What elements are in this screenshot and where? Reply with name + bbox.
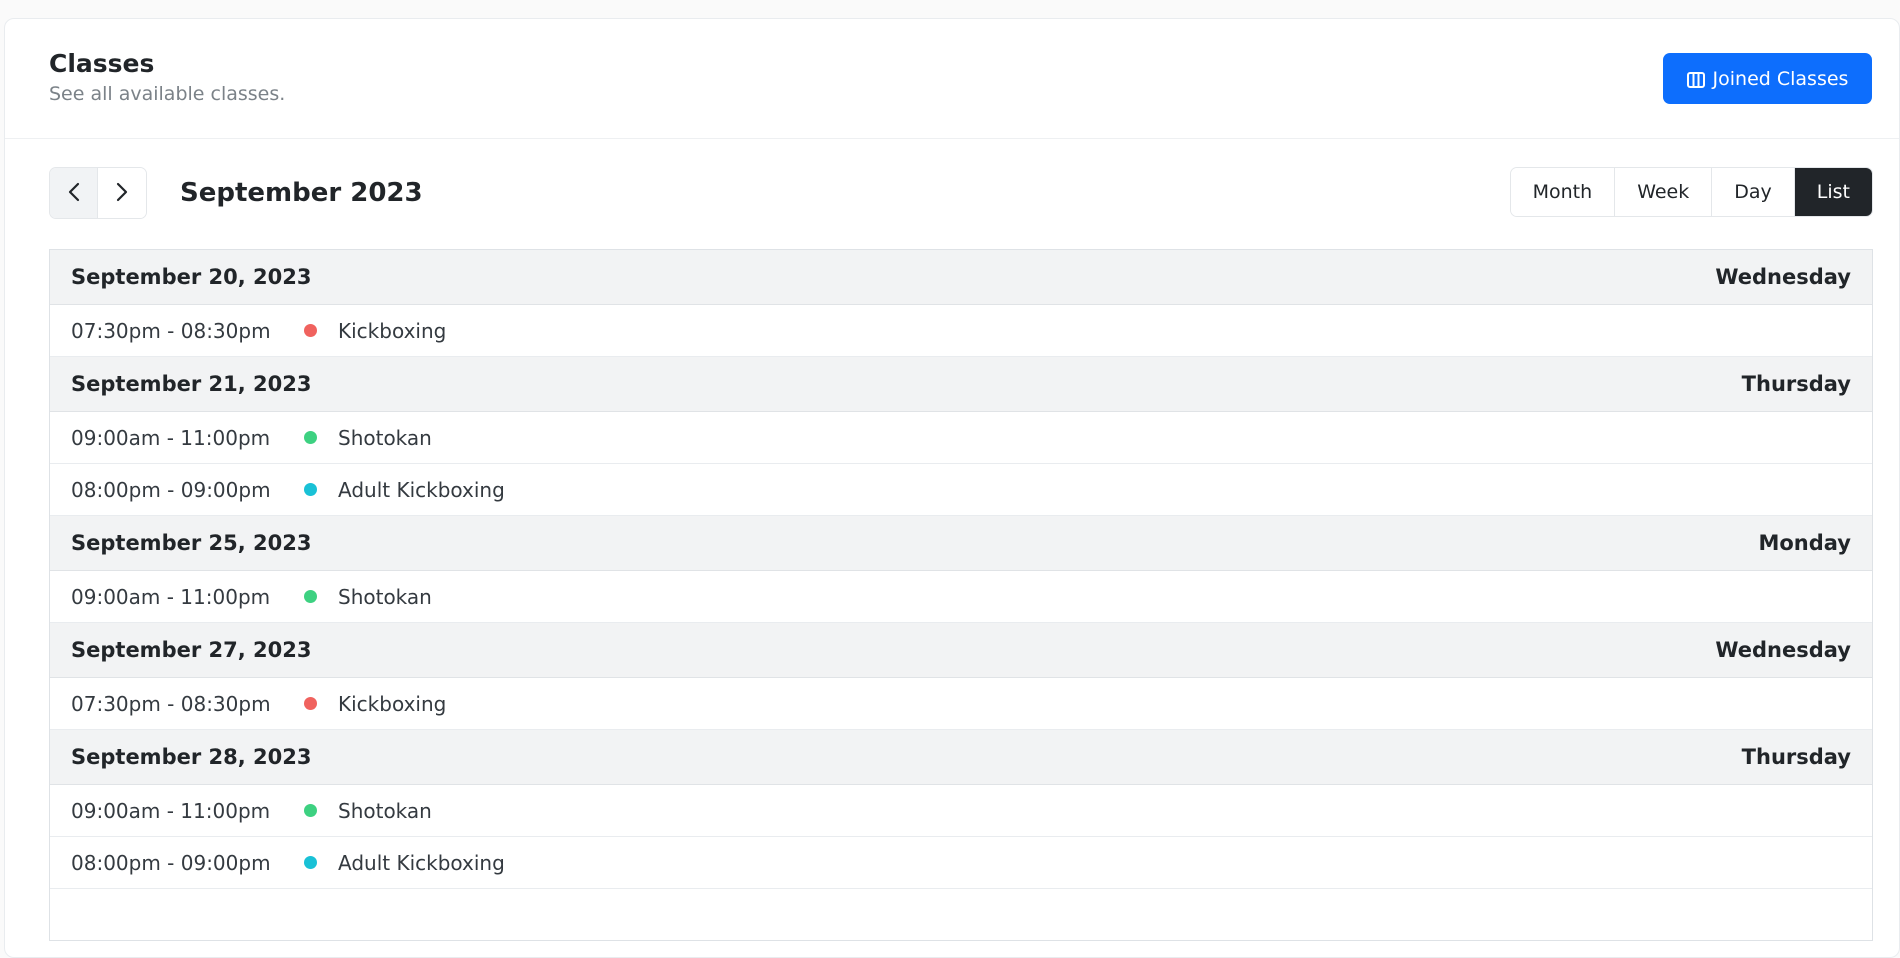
event-title: Shotokan [338,584,432,609]
day-header: September 28, 2023 Thursday [50,730,1872,785]
card-header: Classes See all available classes. Joine… [5,19,1899,139]
day-date: September 27, 2023 [71,638,312,662]
day-weekday: Wednesday [1715,638,1851,662]
event-time: 08:00pm - 09:00pm [71,477,271,502]
view-list-button[interactable]: List [1794,168,1872,216]
next-month-button[interactable] [98,168,146,218]
event-time: 07:30pm - 08:30pm [71,691,271,716]
day-header: September 25, 2023 Monday [50,516,1872,571]
event-color-dot [304,697,317,710]
event-title: Adult Kickboxing [338,477,505,502]
page-subtitle: See all available classes. [49,83,286,105]
day-weekday: Thursday [1741,745,1851,769]
event-list-body: September 20, 2023 Wednesday 07:30pm - 08:… [50,250,1872,940]
event-title: Kickboxing [338,318,447,343]
view-switcher: Month Week Day List [1509,167,1873,217]
columns-icon [1686,71,1705,88]
day-header: September 20, 2023 Wednesday [50,250,1872,305]
event-time: 08:00pm - 09:00pm [71,850,271,875]
event-row[interactable]: 08:00pm - 09:00pm Adult Kickboxing [50,837,1872,889]
event-row[interactable]: 07:30pm - 08:30pm Kickboxing [50,678,1872,730]
day-date: September 28, 2023 [71,745,312,769]
day-date: September 21, 2023 [71,372,312,396]
day-date: September 20, 2023 [71,265,312,289]
joined-classes-label: Joined Classes [1712,67,1849,90]
classes-card: Classes See all available classes. Joine… [4,18,1900,958]
view-month-button[interactable]: Month [1510,168,1616,216]
event-color-dot [304,804,317,817]
event-color-dot [304,483,317,496]
calendar-toolbar: September 2023 Month Week Day List [49,167,1873,219]
event-color-dot [304,431,317,444]
view-day-button[interactable]: Day [1712,168,1795,216]
day-weekday: Thursday [1741,372,1851,396]
event-color-dot [304,590,317,603]
view-week-button[interactable]: Week [1615,168,1713,216]
chevron-left-icon [67,181,81,206]
event-time: 09:00am - 11:00pm [71,584,271,609]
page-title: Classes [49,49,155,78]
event-time: 07:30pm - 08:30pm [71,318,271,343]
event-row[interactable]: 09:00am - 11:00pm Shotokan [50,785,1872,837]
event-row[interactable]: 09:00am - 11:00pm Shotokan [50,412,1872,464]
event-title: Adult Kickboxing [338,850,505,875]
chevron-right-icon [115,181,129,206]
day-weekday: Wednesday [1715,265,1851,289]
joined-classes-button[interactable]: Joined Classes [1663,53,1872,104]
day-date: September 25, 2023 [71,531,312,555]
event-color-dot [304,856,317,869]
event-list: September 20, 2023 Wednesday 07:30pm - 08:… [49,249,1873,941]
calendar-title: September 2023 [180,178,423,208]
event-title: Shotokan [338,425,432,450]
day-weekday: Monday [1758,531,1851,555]
day-header: September 27, 2023 Wednesday [50,623,1872,678]
event-title: Kickboxing [338,691,447,716]
event-title: Shotokan [338,798,432,823]
event-row[interactable]: 07:30pm - 08:30pm Kickboxing [50,305,1872,357]
event-time: 09:00am - 11:00pm [71,798,271,823]
calendar-nav [49,167,147,219]
event-row[interactable]: 09:00am - 11:00pm Shotokan [50,571,1872,623]
event-color-dot [304,324,317,337]
prev-month-button[interactable] [50,168,98,218]
day-header: September 21, 2023 Thursday [50,357,1872,412]
event-row[interactable]: 08:00pm - 09:00pm Adult Kickboxing [50,464,1872,516]
event-time: 09:00am - 11:00pm [71,425,271,450]
